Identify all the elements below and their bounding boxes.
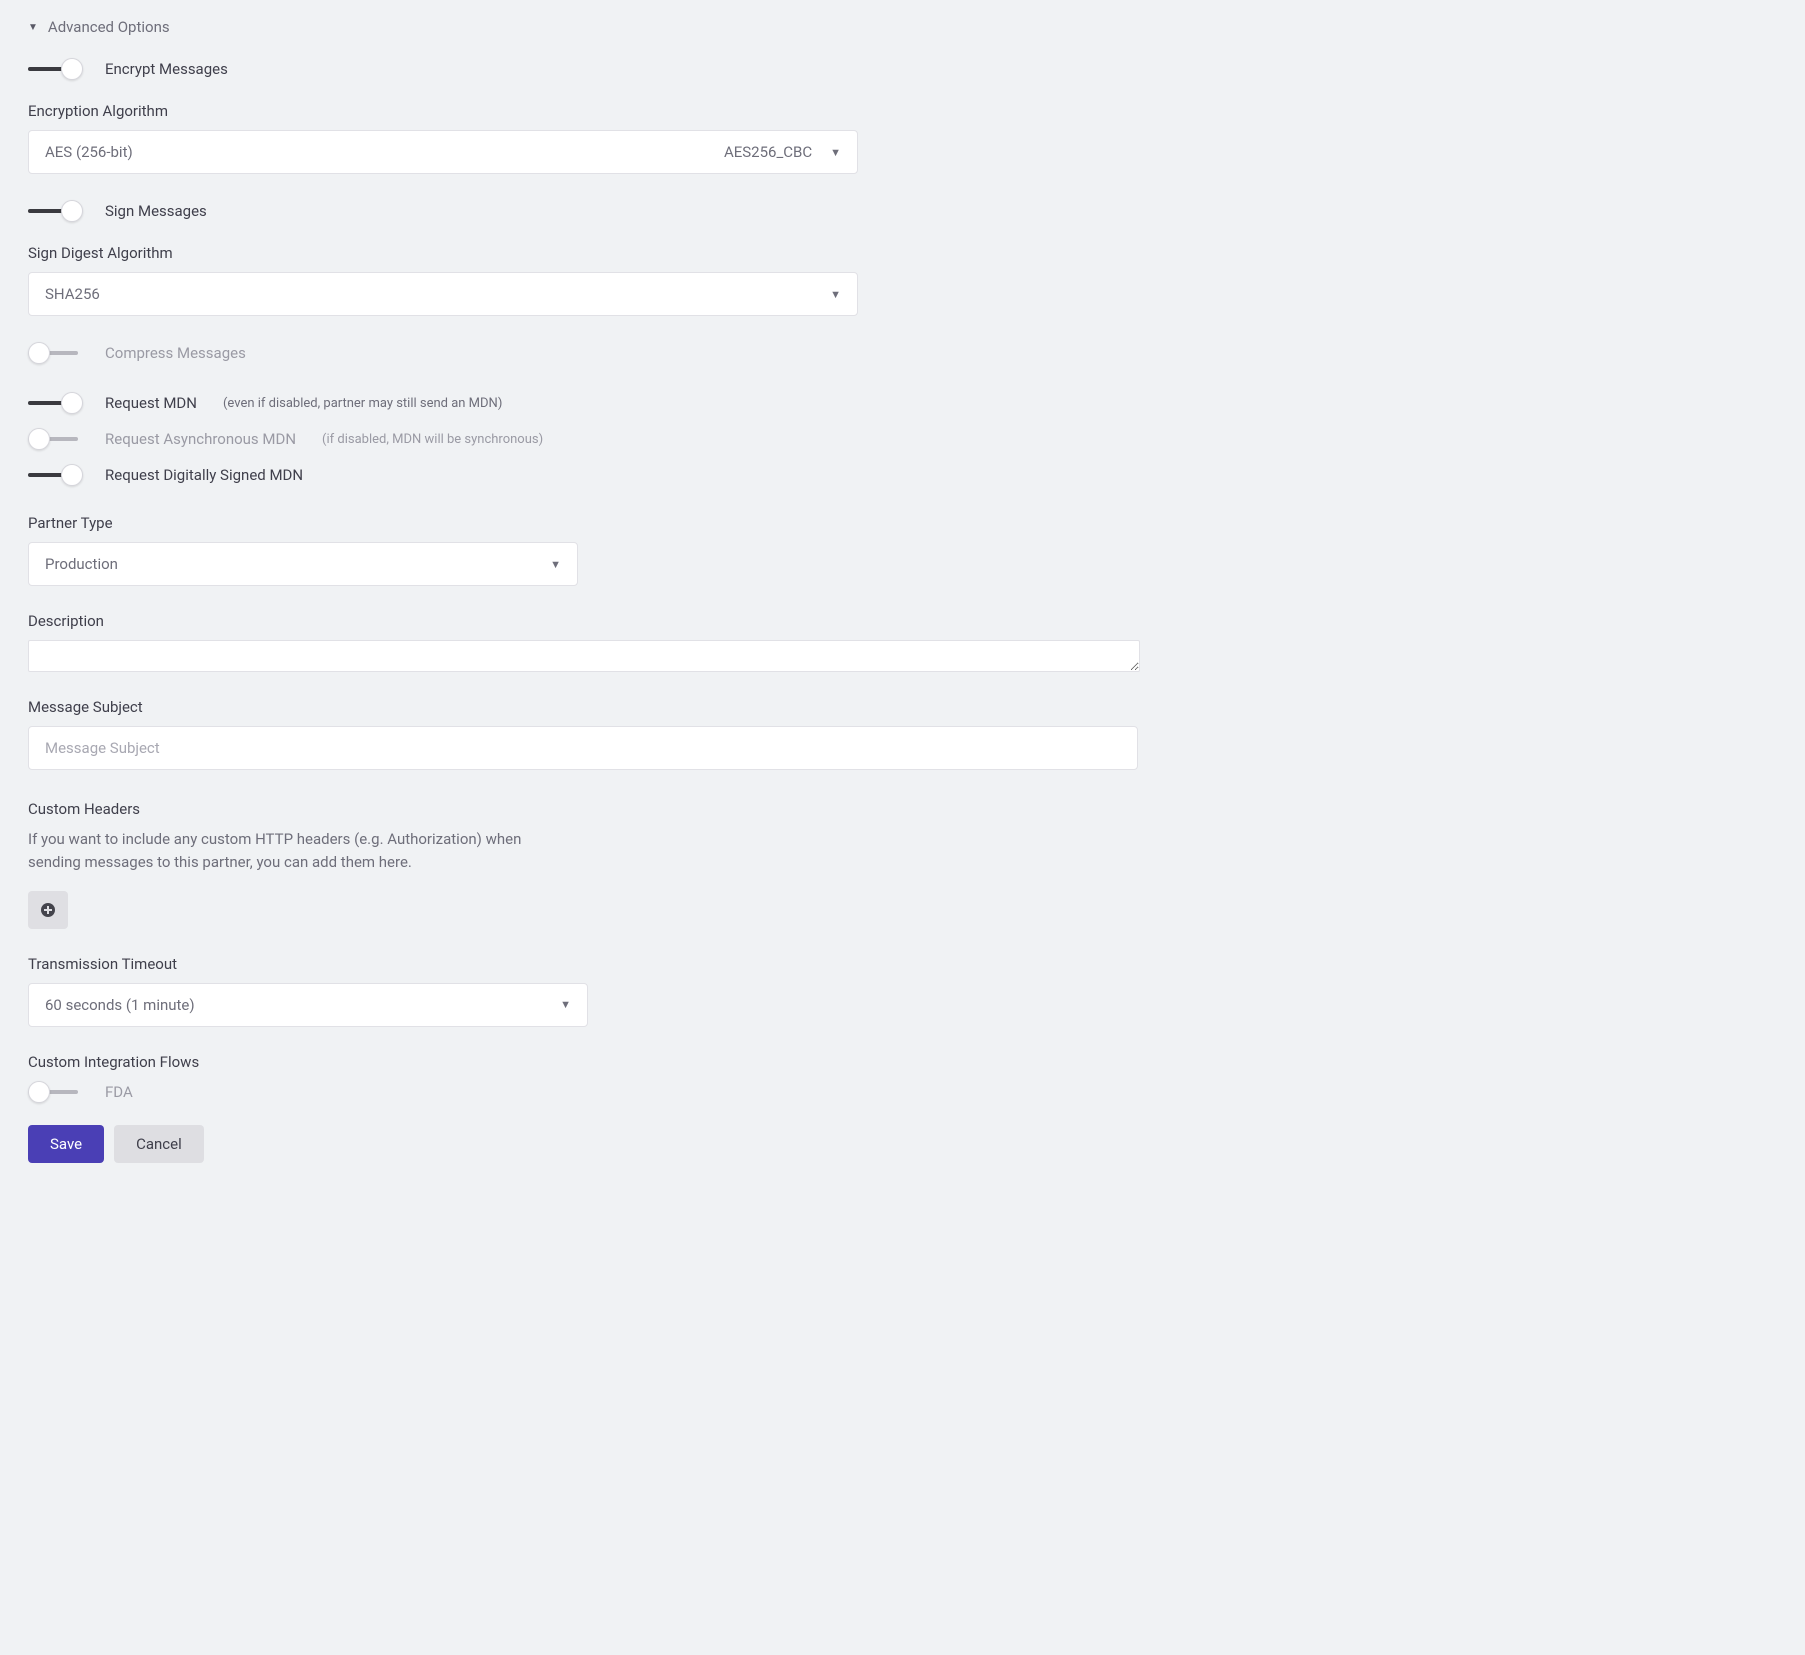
message-subject-label: Message Subject bbox=[28, 698, 1777, 716]
request-async-mdn-toggle[interactable] bbox=[28, 428, 83, 450]
request-mdn-toggle[interactable] bbox=[28, 392, 83, 414]
custom-flows-label: Custom Integration Flows bbox=[28, 1053, 1777, 1071]
request-async-mdn-hint: (if disabled, MDN will be synchronous) bbox=[322, 432, 543, 447]
chevron-down-icon: ▼ bbox=[560, 998, 571, 1011]
add-header-button[interactable] bbox=[28, 891, 68, 929]
fda-row: FDA bbox=[28, 1081, 1777, 1103]
fda-toggle[interactable] bbox=[28, 1081, 83, 1103]
encryption-algorithm-code: AES256_CBC bbox=[724, 143, 812, 161]
section-title: Advanced Options bbox=[48, 18, 170, 36]
custom-headers-label: Custom Headers bbox=[28, 800, 1777, 818]
partner-type-select[interactable]: Production ▼ bbox=[28, 542, 578, 586]
message-subject-input[interactable] bbox=[28, 726, 1138, 770]
save-button[interactable]: Save bbox=[28, 1125, 104, 1163]
encryption-algorithm-value: AES (256-bit) bbox=[45, 143, 724, 161]
partner-type-value: Production bbox=[45, 555, 550, 573]
action-buttons: Save Cancel bbox=[28, 1125, 1777, 1163]
sign-digest-label: Sign Digest Algorithm bbox=[28, 244, 1777, 262]
sign-messages-label: Sign Messages bbox=[105, 202, 207, 220]
description-textarea[interactable] bbox=[28, 640, 1140, 672]
description-label: Description bbox=[28, 612, 1777, 630]
encryption-algorithm-label: Encryption Algorithm bbox=[28, 102, 1777, 120]
sign-messages-row: Sign Messages bbox=[28, 200, 1777, 222]
encrypt-messages-row: Encrypt Messages bbox=[28, 58, 1777, 80]
request-async-mdn-label: Request Asynchronous MDN bbox=[105, 430, 296, 448]
compress-messages-label: Compress Messages bbox=[105, 344, 246, 362]
compress-messages-toggle[interactable] bbox=[28, 342, 83, 364]
encrypt-messages-toggle[interactable] bbox=[28, 58, 83, 80]
partner-type-label: Partner Type bbox=[28, 514, 1777, 532]
encryption-algorithm-select[interactable]: AES (256-bit) AES256_CBC ▼ bbox=[28, 130, 858, 174]
sign-digest-value: SHA256 bbox=[45, 285, 830, 303]
request-mdn-label: Request MDN bbox=[105, 394, 197, 412]
chevron-down-icon: ▼ bbox=[830, 288, 841, 301]
request-signed-mdn-row: Request Digitally Signed MDN bbox=[28, 464, 1777, 486]
sign-digest-select[interactable]: SHA256 ▼ bbox=[28, 272, 858, 316]
request-mdn-row: Request MDN (even if disabled, partner m… bbox=[28, 392, 1777, 414]
compress-messages-row: Compress Messages bbox=[28, 342, 1777, 364]
plus-circle-icon bbox=[40, 902, 56, 918]
request-mdn-hint: (even if disabled, partner may still sen… bbox=[223, 396, 502, 411]
chevron-down-icon: ▼ bbox=[550, 558, 561, 571]
chevron-down-icon: ▼ bbox=[830, 146, 841, 159]
request-async-mdn-row: Request Asynchronous MDN (if disabled, M… bbox=[28, 428, 1777, 450]
transmission-timeout-value: 60 seconds (1 minute) bbox=[45, 996, 560, 1014]
encrypt-messages-label: Encrypt Messages bbox=[105, 60, 228, 78]
cancel-button[interactable]: Cancel bbox=[114, 1125, 204, 1163]
request-signed-mdn-toggle[interactable] bbox=[28, 464, 83, 486]
transmission-timeout-select[interactable]: 60 seconds (1 minute) ▼ bbox=[28, 983, 588, 1027]
transmission-timeout-label: Transmission Timeout bbox=[28, 955, 1777, 973]
fda-label: FDA bbox=[105, 1083, 133, 1101]
request-signed-mdn-label: Request Digitally Signed MDN bbox=[105, 466, 303, 484]
sign-messages-toggle[interactable] bbox=[28, 200, 83, 222]
custom-headers-help: If you want to include any custom HTTP h… bbox=[28, 828, 528, 875]
advanced-options-header[interactable]: ▼ Advanced Options bbox=[28, 18, 1777, 36]
caret-down-icon: ▼ bbox=[28, 22, 38, 33]
